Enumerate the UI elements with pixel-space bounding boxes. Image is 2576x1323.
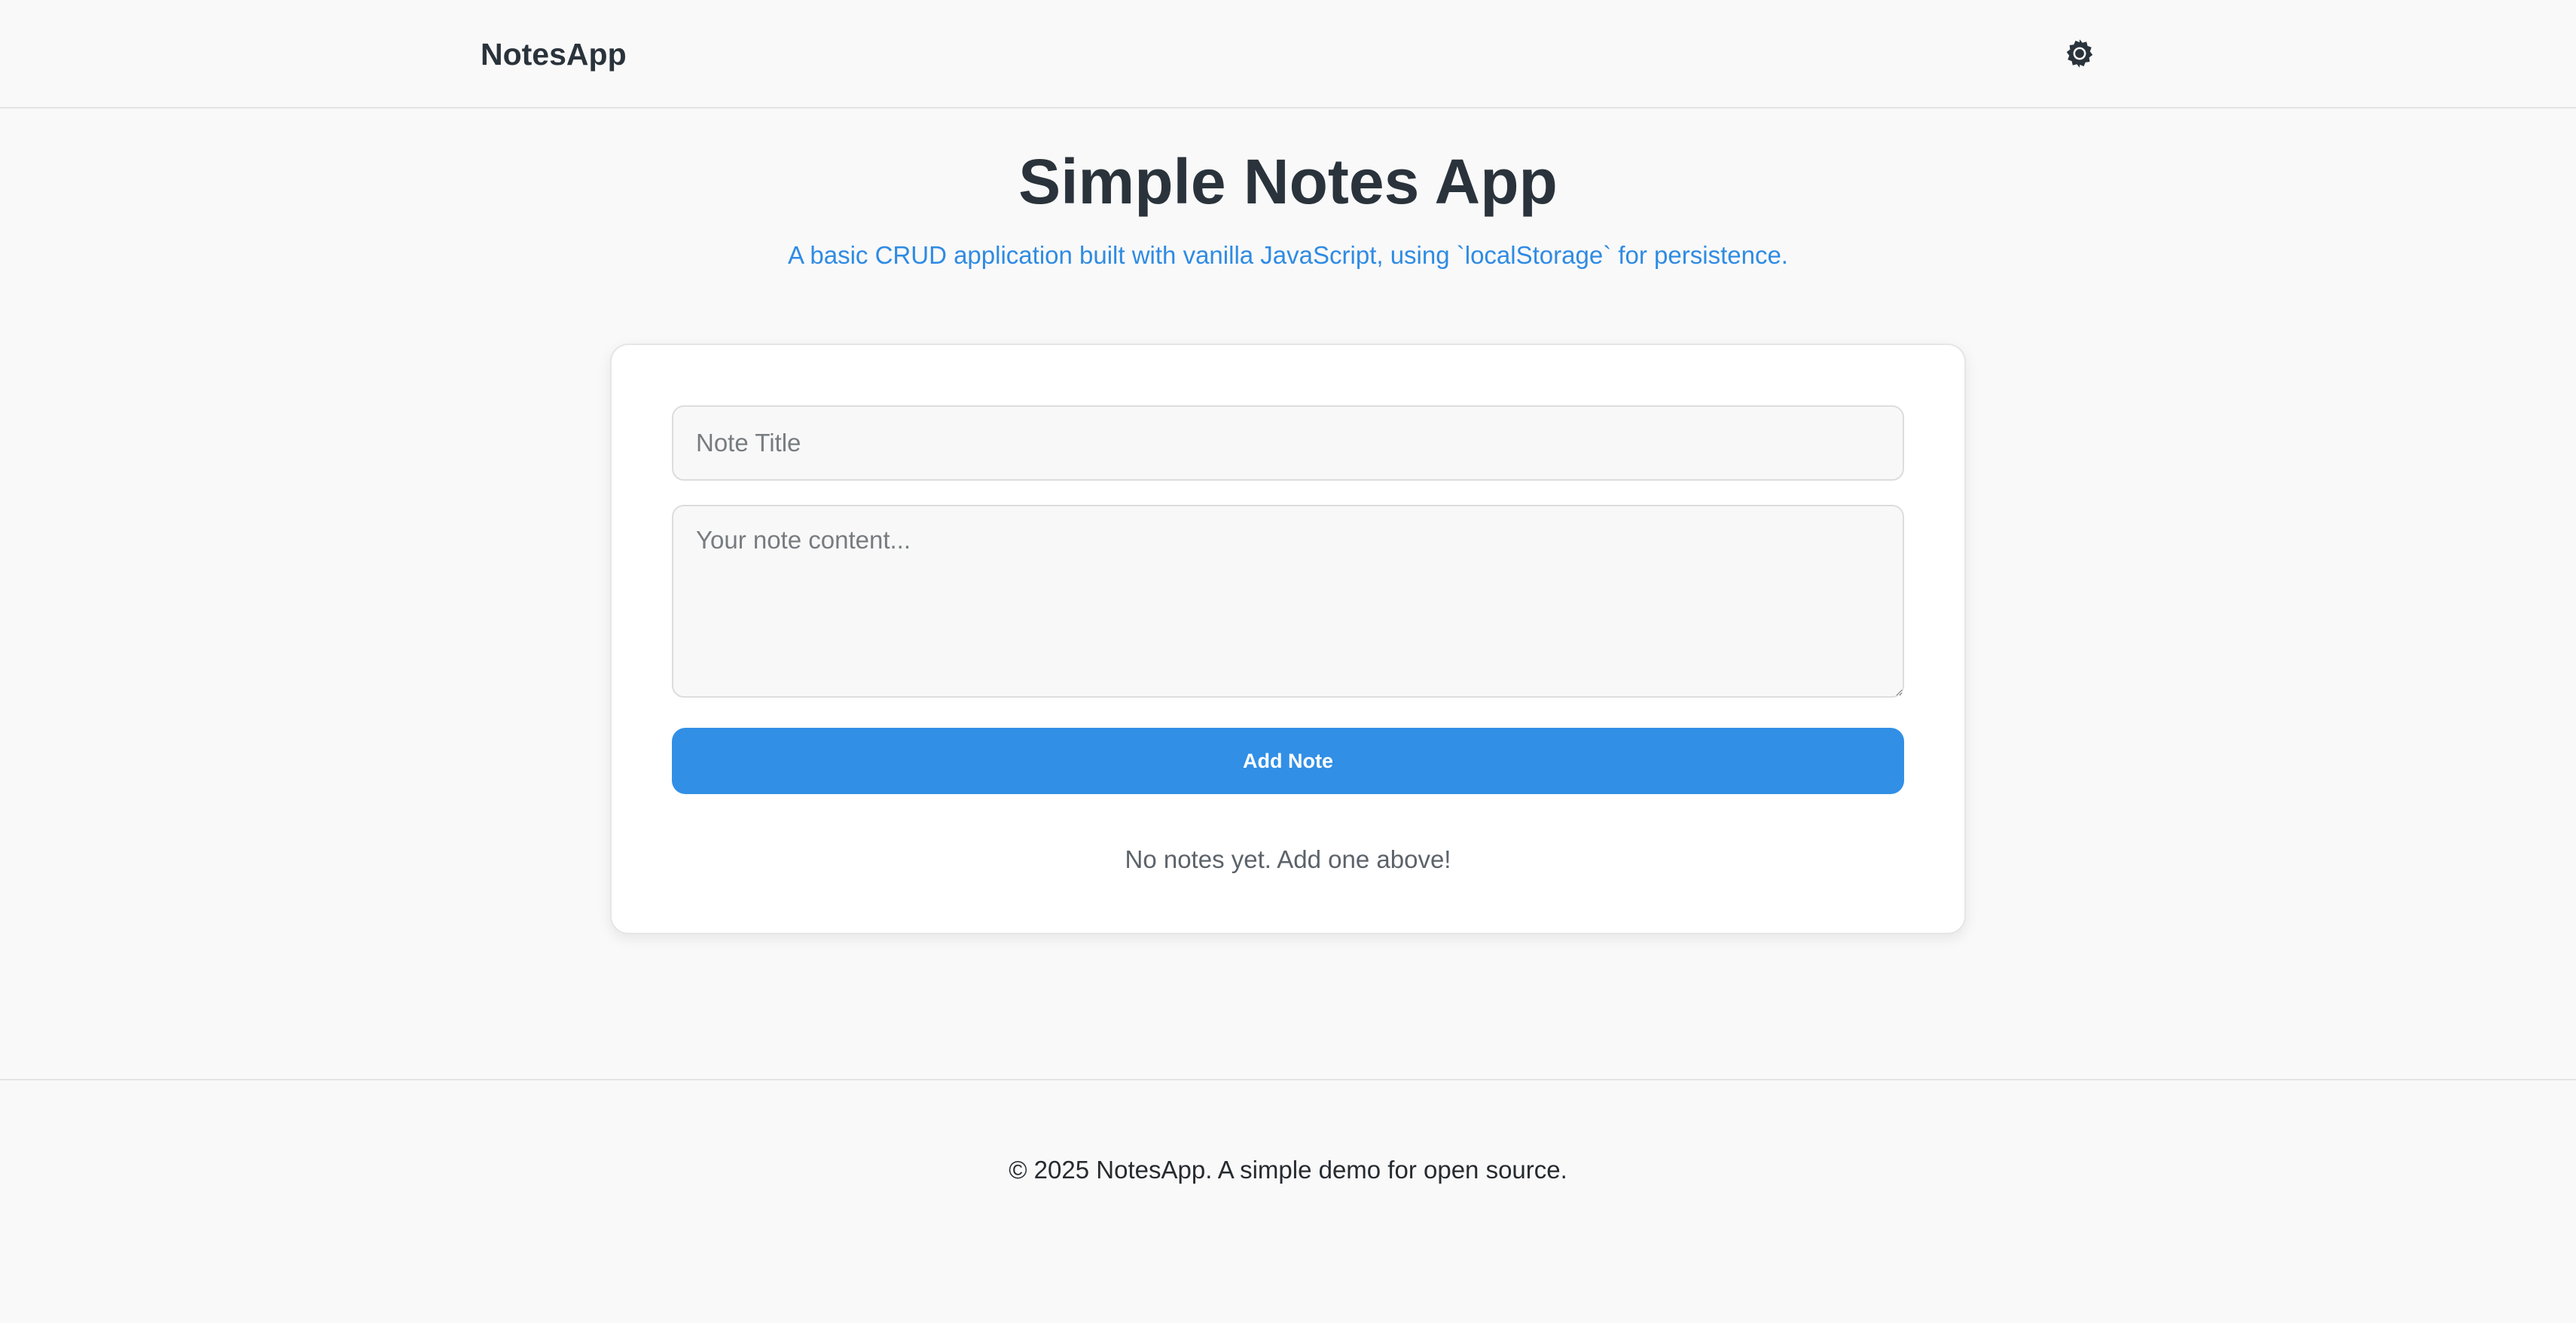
- page-subtitle: A basic CRUD application built with vani…: [788, 241, 1788, 269]
- page-footer: © 2025 NotesApp. A simple demo for open …: [0, 1079, 2576, 1323]
- top-navbar: NotesApp: [0, 0, 2576, 108]
- page-title: Simple Notes App: [1018, 146, 1558, 217]
- add-note-button[interactable]: Add Note: [672, 728, 1904, 794]
- theme-toggle-button[interactable]: [2061, 35, 2098, 72]
- empty-notes-message: No notes yet. Add one above!: [1125, 845, 1451, 873]
- gear-icon: [2066, 39, 2093, 68]
- note-title-input[interactable]: [672, 405, 1904, 481]
- footer-copyright: © 2025 NotesApp. A simple demo for open …: [1009, 1156, 1567, 1184]
- note-content-textarea[interactable]: [672, 505, 1904, 698]
- brand-logo-text[interactable]: NotesApp: [481, 33, 627, 75]
- note-form-card: Add Note No notes yet. Add one above!: [610, 344, 1966, 934]
